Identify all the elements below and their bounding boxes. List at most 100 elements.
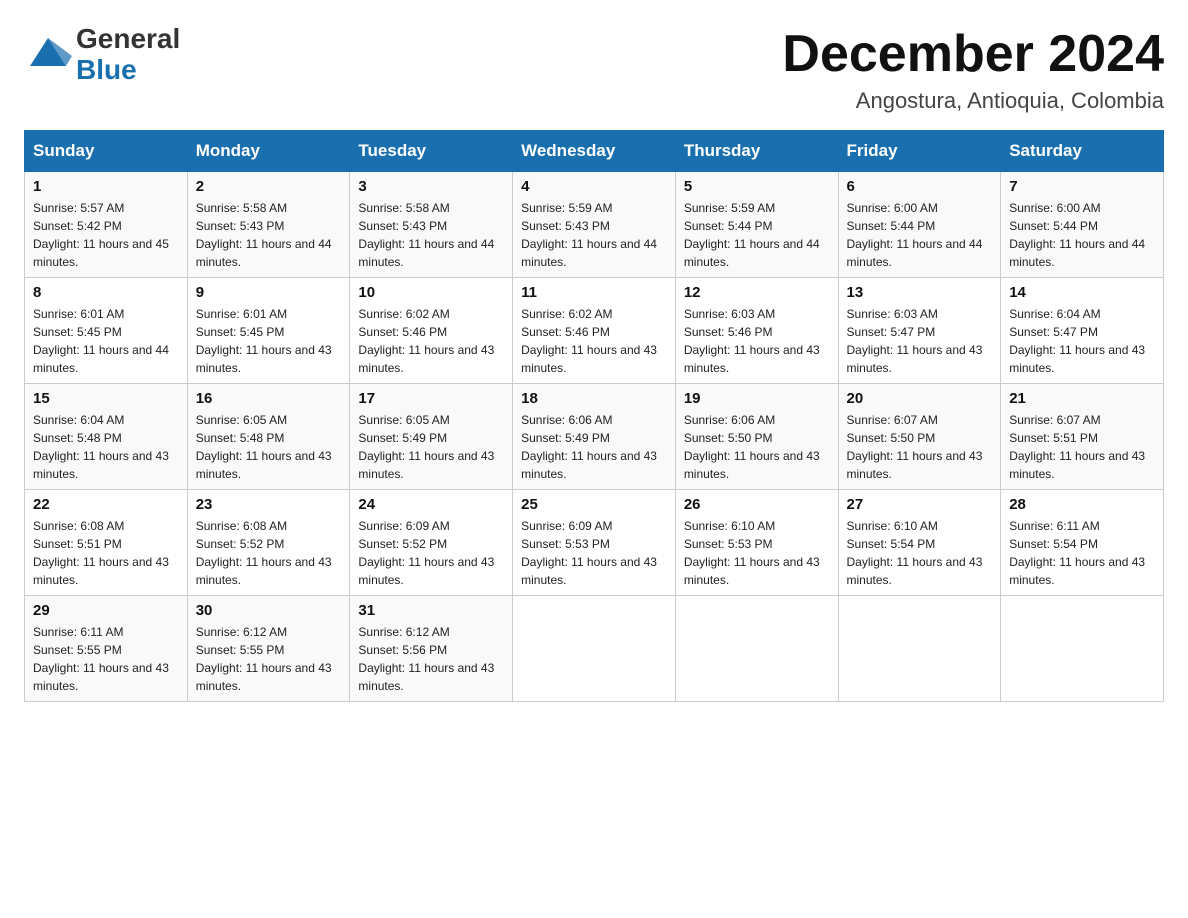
col-header-monday: Monday	[187, 131, 350, 172]
day-info: Sunrise: 6:07 AMSunset: 5:51 PMDaylight:…	[1009, 411, 1155, 483]
day-info: Sunrise: 6:01 AMSunset: 5:45 PMDaylight:…	[33, 305, 179, 377]
col-header-friday: Friday	[838, 131, 1001, 172]
day-number: 29	[33, 602, 179, 619]
day-number: 11	[521, 284, 667, 301]
calendar-cell: 6 Sunrise: 6:00 AMSunset: 5:44 PMDaylight…	[838, 172, 1001, 278]
calendar-cell	[838, 596, 1001, 702]
day-info: Sunrise: 5:57 AMSunset: 5:42 PMDaylight:…	[33, 199, 179, 271]
day-number: 15	[33, 390, 179, 407]
day-info: Sunrise: 6:08 AMSunset: 5:52 PMDaylight:…	[196, 517, 342, 589]
calendar-cell: 2Sunrise: 5:58 AMSunset: 5:43 PMDaylight…	[187, 172, 350, 278]
calendar-cell: 31 Sunrise: 6:12 AMSunset: 5:56 PMDayligh…	[350, 596, 513, 702]
calendar-cell	[513, 596, 676, 702]
day-number: 1	[33, 178, 179, 195]
calendar-cell: 9Sunrise: 6:01 AMSunset: 5:45 PMDaylight…	[187, 278, 350, 384]
logo-icon	[24, 28, 72, 81]
calendar-cell: 5 Sunrise: 5:59 AMSunset: 5:44 PMDaylight…	[675, 172, 838, 278]
calendar-week-row: 8 Sunrise: 6:01 AMSunset: 5:45 PMDaylight…	[25, 278, 1164, 384]
day-number: 30	[196, 602, 342, 619]
calendar-cell: 26 Sunrise: 6:10 AMSunset: 5:53 PMDayligh…	[675, 490, 838, 596]
calendar-title: December 2024	[782, 24, 1164, 84]
day-number: 14	[1009, 284, 1155, 301]
col-header-wednesday: Wednesday	[513, 131, 676, 172]
day-number: 8	[33, 284, 179, 301]
day-info: Sunrise: 6:04 AMSunset: 5:47 PMDaylight:…	[1009, 305, 1155, 377]
calendar-cell: 8 Sunrise: 6:01 AMSunset: 5:45 PMDaylight…	[25, 278, 188, 384]
logo-text: General Blue	[76, 24, 180, 86]
calendar-header-row: SundayMondayTuesdayWednesdayThursdayFrid…	[25, 131, 1164, 172]
calendar-cell: 12 Sunrise: 6:03 AMSunset: 5:46 PMDayligh…	[675, 278, 838, 384]
day-number: 25	[521, 496, 667, 513]
day-info: Sunrise: 6:12 AMSunset: 5:56 PMDaylight:…	[358, 623, 504, 695]
calendar-cell: 15 Sunrise: 6:04 AMSunset: 5:48 PMDayligh…	[25, 384, 188, 490]
calendar-cell: 30Sunrise: 6:12 AMSunset: 5:55 PMDayligh…	[187, 596, 350, 702]
day-number: 7	[1009, 178, 1155, 195]
day-info: Sunrise: 6:08 AMSunset: 5:51 PMDaylight:…	[33, 517, 179, 589]
col-header-sunday: Sunday	[25, 131, 188, 172]
day-number: 5	[684, 178, 830, 195]
calendar-cell: 23Sunrise: 6:08 AMSunset: 5:52 PMDayligh…	[187, 490, 350, 596]
day-info: Sunrise: 6:01 AMSunset: 5:45 PMDaylight:…	[196, 305, 342, 377]
day-number: 4	[521, 178, 667, 195]
col-header-thursday: Thursday	[675, 131, 838, 172]
title-area: December 2024 Angostura, Antioquia, Colo…	[782, 24, 1164, 114]
day-info: Sunrise: 5:58 AMSunset: 5:43 PMDaylight:…	[358, 199, 504, 271]
day-info: Sunrise: 6:07 AMSunset: 5:50 PMDaylight:…	[847, 411, 993, 483]
calendar-cell: 19Sunrise: 6:06 AMSunset: 5:50 PMDayligh…	[675, 384, 838, 490]
day-number: 10	[358, 284, 504, 301]
calendar-cell: 29 Sunrise: 6:11 AMSunset: 5:55 PMDayligh…	[25, 596, 188, 702]
day-info: Sunrise: 6:05 AMSunset: 5:48 PMDaylight:…	[196, 411, 342, 483]
day-number: 16	[196, 390, 342, 407]
day-info: Sunrise: 5:58 AMSunset: 5:43 PMDaylight:…	[196, 199, 342, 271]
calendar-cell: 20 Sunrise: 6:07 AMSunset: 5:50 PMDayligh…	[838, 384, 1001, 490]
calendar-cell	[1001, 596, 1164, 702]
day-number: 13	[847, 284, 993, 301]
day-info: Sunrise: 6:10 AMSunset: 5:53 PMDaylight:…	[684, 517, 830, 589]
day-info: Sunrise: 6:03 AMSunset: 5:47 PMDaylight:…	[847, 305, 993, 377]
calendar-cell: 24Sunrise: 6:09 AMSunset: 5:52 PMDayligh…	[350, 490, 513, 596]
day-info: Sunrise: 6:04 AMSunset: 5:48 PMDaylight:…	[33, 411, 179, 483]
day-info: Sunrise: 6:06 AMSunset: 5:49 PMDaylight:…	[521, 411, 667, 483]
day-info: Sunrise: 6:11 AMSunset: 5:55 PMDaylight:…	[33, 623, 179, 695]
calendar-cell: 21 Sunrise: 6:07 AMSunset: 5:51 PMDayligh…	[1001, 384, 1164, 490]
page-header: General Blue December 2024 Angostura, An…	[24, 24, 1164, 114]
day-number: 31	[358, 602, 504, 619]
calendar-cell: 16 Sunrise: 6:05 AMSunset: 5:48 PMDayligh…	[187, 384, 350, 490]
day-info: Sunrise: 6:00 AMSunset: 5:44 PMDaylight:…	[1009, 199, 1155, 271]
calendar-cell: 10 Sunrise: 6:02 AMSunset: 5:46 PMDayligh…	[350, 278, 513, 384]
day-number: 28	[1009, 496, 1155, 513]
day-number: 21	[1009, 390, 1155, 407]
day-info: Sunrise: 6:02 AMSunset: 5:46 PMDaylight:…	[521, 305, 667, 377]
day-number: 20	[847, 390, 993, 407]
calendar-cell: 17Sunrise: 6:05 AMSunset: 5:49 PMDayligh…	[350, 384, 513, 490]
logo-blue-text: Blue	[76, 55, 180, 86]
col-header-tuesday: Tuesday	[350, 131, 513, 172]
calendar-cell: 22 Sunrise: 6:08 AMSunset: 5:51 PMDayligh…	[25, 490, 188, 596]
day-info: Sunrise: 6:05 AMSunset: 5:49 PMDaylight:…	[358, 411, 504, 483]
col-header-saturday: Saturday	[1001, 131, 1164, 172]
day-info: Sunrise: 6:03 AMSunset: 5:46 PMDaylight:…	[684, 305, 830, 377]
day-info: Sunrise: 6:09 AMSunset: 5:52 PMDaylight:…	[358, 517, 504, 589]
calendar-cell: 13 Sunrise: 6:03 AMSunset: 5:47 PMDayligh…	[838, 278, 1001, 384]
day-info: Sunrise: 5:59 AMSunset: 5:43 PMDaylight:…	[521, 199, 667, 271]
day-number: 12	[684, 284, 830, 301]
day-info: Sunrise: 6:00 AMSunset: 5:44 PMDaylight:…	[847, 199, 993, 271]
calendar-cell: 27Sunrise: 6:10 AMSunset: 5:54 PMDayligh…	[838, 490, 1001, 596]
day-number: 18	[521, 390, 667, 407]
day-info: Sunrise: 5:59 AMSunset: 5:44 PMDaylight:…	[684, 199, 830, 271]
calendar-table: SundayMondayTuesdayWednesdayThursdayFrid…	[24, 130, 1164, 702]
day-info: Sunrise: 6:09 AMSunset: 5:53 PMDaylight:…	[521, 517, 667, 589]
logo-general-text: General	[76, 24, 180, 55]
day-number: 26	[684, 496, 830, 513]
day-number: 22	[33, 496, 179, 513]
calendar-subtitle: Angostura, Antioquia, Colombia	[782, 88, 1164, 114]
day-number: 6	[847, 178, 993, 195]
calendar-week-row: 1 Sunrise: 5:57 AMSunset: 5:42 PMDaylight…	[25, 172, 1164, 278]
calendar-cell: 4 Sunrise: 5:59 AMSunset: 5:43 PMDaylight…	[513, 172, 676, 278]
logo: General Blue	[24, 24, 180, 86]
day-info: Sunrise: 6:02 AMSunset: 5:46 PMDaylight:…	[358, 305, 504, 377]
calendar-cell: 28Sunrise: 6:11 AMSunset: 5:54 PMDayligh…	[1001, 490, 1164, 596]
calendar-cell: 1 Sunrise: 5:57 AMSunset: 5:42 PMDaylight…	[25, 172, 188, 278]
calendar-cell: 25 Sunrise: 6:09 AMSunset: 5:53 PMDayligh…	[513, 490, 676, 596]
calendar-cell	[675, 596, 838, 702]
